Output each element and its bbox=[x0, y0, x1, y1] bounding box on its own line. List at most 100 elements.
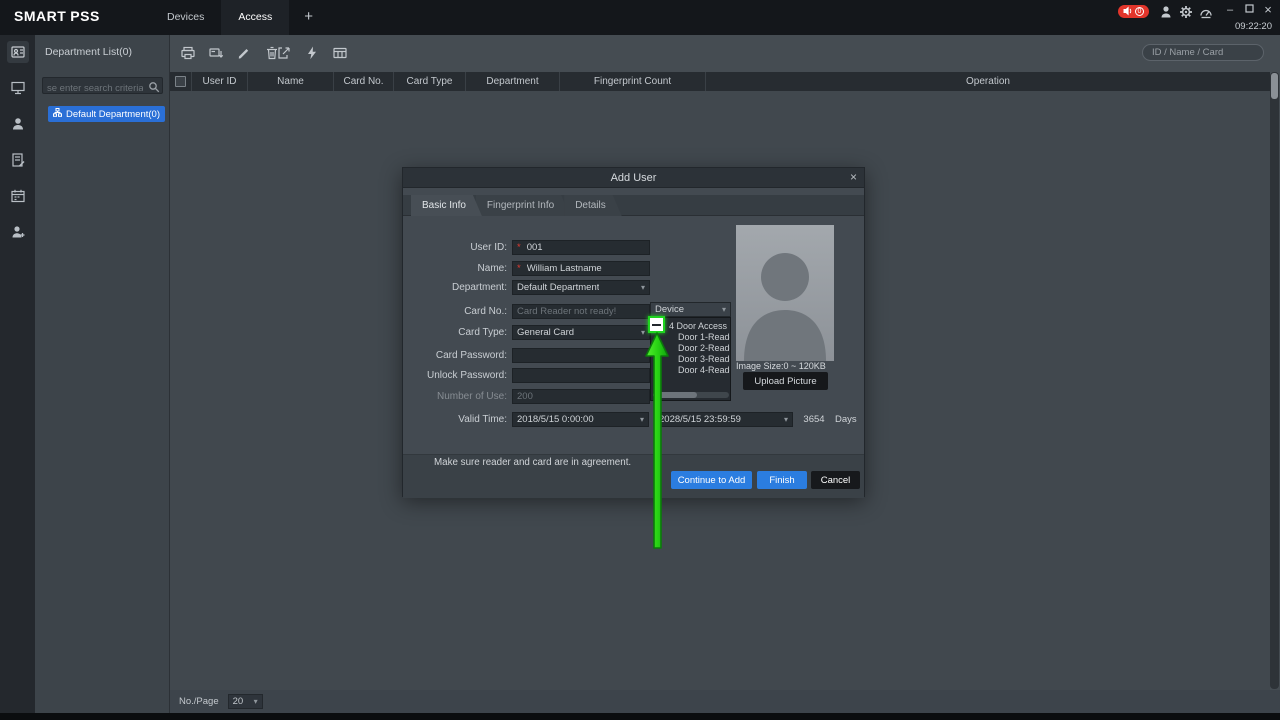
user-photo-placeholder bbox=[736, 225, 834, 361]
card-box-icon[interactable] bbox=[332, 45, 348, 61]
top-tab-bar: Devices Access + bbox=[150, 0, 328, 35]
dialog-title: Add User bbox=[610, 171, 657, 184]
device-tree-item-controller[interactable]: 4 Door Access C bbox=[669, 321, 730, 332]
close-icon[interactable]: × bbox=[850, 170, 857, 184]
device-tree-item-door1[interactable]: Door 1-Reade bbox=[678, 332, 730, 343]
card-print-icon[interactable] bbox=[180, 45, 196, 61]
unlock-password-field[interactable] bbox=[512, 368, 650, 383]
edit-icon[interactable] bbox=[236, 45, 252, 61]
caret-down-icon: ▾ bbox=[721, 304, 726, 314]
card-password-label: Card Password: bbox=[435, 350, 507, 361]
number-of-use-field: 200 bbox=[512, 389, 650, 404]
gear-icon[interactable] bbox=[1178, 4, 1194, 20]
new-tab-button[interactable]: + bbox=[289, 0, 328, 35]
department-label: Department: bbox=[451, 282, 507, 293]
card-password-field[interactable] bbox=[512, 348, 650, 363]
name-label: Name: bbox=[477, 263, 507, 274]
column-name[interactable]: Name bbox=[248, 72, 334, 91]
table-scrollbar[interactable] bbox=[1270, 72, 1279, 689]
caret-down-icon: ▾ bbox=[640, 282, 645, 292]
device-icon[interactable] bbox=[7, 77, 29, 99]
close-icon[interactable]: × bbox=[1260, 2, 1276, 18]
logo-primary: SMART bbox=[14, 8, 67, 24]
page-size-value: 20 bbox=[232, 696, 244, 707]
tab-details[interactable]: Details bbox=[564, 195, 622, 216]
device-tree-item-door3[interactable]: Door 3-Reade bbox=[678, 354, 730, 365]
device-panel-hscrollbar[interactable] bbox=[653, 392, 729, 398]
topbar: SMART PSS Devices Access + 0 – × 09:22:20 bbox=[0, 0, 1280, 35]
attendance-icon[interactable] bbox=[7, 185, 29, 207]
device-tree-item-door4[interactable]: Door 4-Reade bbox=[678, 365, 730, 376]
scrollbar-thumb[interactable] bbox=[1271, 73, 1278, 99]
column-card-type[interactable]: Card Type bbox=[394, 72, 466, 91]
device-tree-item-door2[interactable]: Door 2-Reade bbox=[678, 343, 730, 354]
tab-devices[interactable]: Devices bbox=[150, 0, 221, 35]
device-tree-checkbox[interactable] bbox=[648, 316, 665, 333]
required-marker: * bbox=[517, 242, 521, 253]
device-select[interactable]: Device ▾ bbox=[650, 302, 731, 317]
smart-pss-window: SMART PSS Devices Access + 0 – × 09:22:20 bbox=[0, 0, 1280, 720]
hscrollbar-thumb[interactable] bbox=[653, 392, 697, 398]
column-operation[interactable]: Operation bbox=[706, 72, 1270, 91]
card-no-placeholder: Card Reader not ready! bbox=[517, 306, 617, 317]
required-marker: * bbox=[517, 263, 521, 274]
cancel-button[interactable]: Cancel bbox=[811, 471, 860, 489]
department-value: Default Department bbox=[517, 282, 600, 293]
speaker-icon bbox=[1123, 3, 1132, 21]
tab-access[interactable]: Access bbox=[221, 0, 290, 35]
tree-item-default-department[interactable]: Default Department(0) bbox=[48, 106, 165, 122]
user-search-input[interactable] bbox=[1143, 47, 1280, 58]
personnel-icon[interactable] bbox=[7, 221, 29, 243]
department-icon bbox=[53, 108, 62, 120]
column-card-no[interactable]: Card No. bbox=[334, 72, 394, 91]
card-type-select[interactable]: General Card ▾ bbox=[512, 325, 650, 340]
number-of-use-row: Number of Use: 200 bbox=[403, 389, 864, 404]
user-search bbox=[1142, 44, 1280, 61]
valid-time-label: Valid Time: bbox=[458, 414, 507, 425]
pagination-bar: No./Page 20 ▾ bbox=[170, 690, 1280, 713]
user-id-value: 001 bbox=[526, 242, 543, 253]
column-fingerprint-count[interactable]: Fingerprint Count bbox=[560, 72, 706, 91]
valid-time-from-value: 2018/5/15 0:00:00 bbox=[517, 414, 594, 425]
device-select-value: Device bbox=[655, 304, 685, 315]
card-no-field[interactable]: Card Reader not ready! bbox=[512, 304, 650, 319]
alarm-indicator[interactable]: 0 bbox=[1118, 5, 1149, 18]
log-icon[interactable] bbox=[7, 149, 29, 171]
clock: 09:22:20 bbox=[1235, 21, 1272, 32]
column-department[interactable]: Department bbox=[466, 72, 560, 91]
card-issue-icon[interactable] bbox=[208, 45, 224, 61]
card-type-value: General Card bbox=[517, 327, 575, 338]
avatar-silhouette bbox=[744, 253, 826, 361]
caret-down-icon: ▾ bbox=[253, 696, 258, 706]
continue-to-add-button[interactable]: Continue to Add bbox=[671, 471, 752, 489]
name-field[interactable]: * William Lastname bbox=[512, 261, 650, 276]
dialog-tab-bar: Basic Info Fingerprint Info Details bbox=[403, 195, 864, 216]
minimize-icon[interactable]: – bbox=[1222, 2, 1238, 18]
tab-basic-info[interactable]: Basic Info bbox=[411, 195, 482, 216]
select-all-checkbox[interactable] bbox=[170, 72, 192, 91]
user-icon[interactable] bbox=[7, 113, 29, 135]
page-size-select[interactable]: 20 ▾ bbox=[227, 694, 263, 709]
valid-time-from-select[interactable]: 2018/5/15 0:00:00 ▾ bbox=[512, 412, 649, 427]
upload-picture-button[interactable]: Upload Picture bbox=[743, 372, 828, 390]
tab-fingerprint-info[interactable]: Fingerprint Info bbox=[476, 195, 570, 216]
department-select[interactable]: Default Department ▾ bbox=[512, 280, 650, 295]
department-search-input[interactable] bbox=[43, 81, 143, 96]
export-icon[interactable] bbox=[276, 45, 292, 61]
name-value: William Lastname bbox=[526, 263, 602, 274]
gauge-icon[interactable] bbox=[1198, 4, 1214, 20]
valid-time-to-value: 2028/5/15 23:59:59 bbox=[659, 414, 741, 425]
user-icon[interactable] bbox=[1158, 4, 1174, 20]
column-user-id[interactable]: User ID bbox=[192, 72, 248, 91]
maximize-icon[interactable] bbox=[1241, 2, 1257, 18]
user-id-field[interactable]: * 001 bbox=[512, 240, 650, 255]
finish-button[interactable]: Finish bbox=[757, 471, 807, 489]
add-user-dialog: Add User × Basic Info Fingerprint Info D… bbox=[402, 167, 865, 498]
valid-time-to-select[interactable]: 2028/5/15 23:59:59 ▾ bbox=[654, 412, 793, 427]
caret-down-icon: ▾ bbox=[640, 327, 645, 337]
dispatch-icon[interactable] bbox=[304, 45, 320, 61]
search-icon[interactable] bbox=[148, 80, 160, 98]
module-iconbar bbox=[0, 35, 35, 720]
access-module-icon[interactable] bbox=[6, 41, 29, 63]
valid-time-row: Valid Time: 2018/5/15 0:00:00 ▾ 2028/5/1… bbox=[403, 412, 864, 427]
